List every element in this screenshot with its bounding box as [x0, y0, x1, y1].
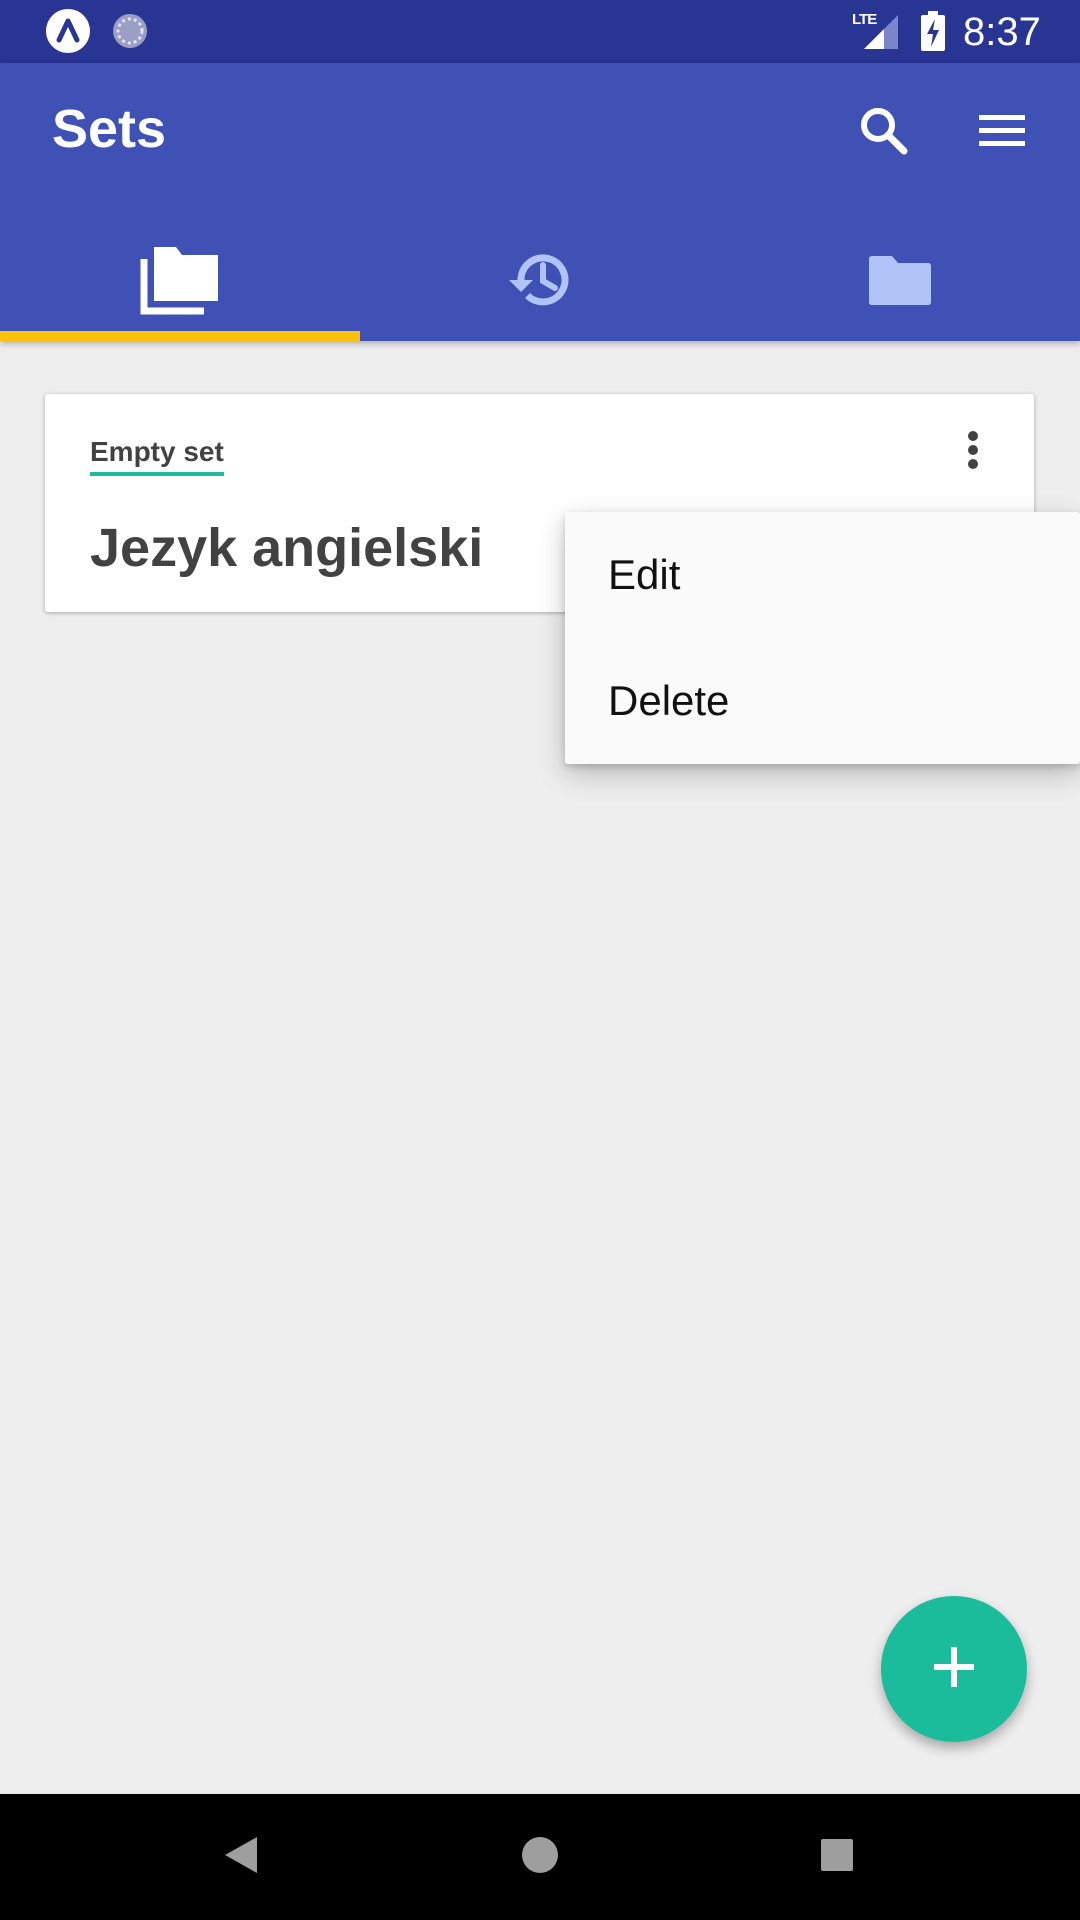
tab-folders[interactable]	[720, 223, 1080, 341]
library-icon	[140, 245, 220, 320]
page-title: Sets	[52, 99, 167, 159]
tab-history[interactable]	[360, 223, 720, 341]
status-time: 8:37	[963, 10, 1041, 54]
context-menu: Edit Delete	[565, 512, 1080, 764]
home-icon	[521, 1836, 559, 1879]
search-button[interactable]	[848, 97, 920, 169]
recents-icon	[820, 1838, 854, 1877]
tab-sets[interactable]	[0, 223, 360, 341]
history-icon	[505, 247, 575, 318]
set-status-label: Empty set	[90, 434, 224, 476]
menu-button[interactable]	[966, 97, 1038, 169]
menu-item-edit[interactable]: Edit	[565, 512, 1080, 638]
sync-icon	[110, 11, 150, 56]
hamburger-menu-icon	[979, 111, 1025, 156]
home-button[interactable]	[497, 1814, 583, 1900]
selected-tab-indicator	[0, 331, 360, 341]
lte-signal-icon: LTE	[852, 11, 900, 51]
system-nav-bar	[0, 1794, 1080, 1920]
menu-item-delete[interactable]: Delete	[565, 638, 1080, 764]
back-button[interactable]	[198, 1814, 284, 1900]
search-icon	[858, 105, 910, 162]
card-more-button[interactable]	[941, 420, 1005, 484]
add-icon	[932, 1645, 976, 1694]
app-bar: Sets	[0, 63, 1080, 341]
app-icon	[46, 9, 90, 53]
battery-charging-icon	[920, 11, 946, 56]
back-icon	[223, 1835, 259, 1880]
more-vert-icon	[966, 430, 980, 475]
status-bar: LTE 8:37	[0, 0, 1080, 63]
recents-button[interactable]	[794, 1814, 880, 1900]
add-set-button[interactable]	[881, 1596, 1027, 1742]
set-title: Jezyk angielski	[90, 518, 484, 578]
folder-icon	[868, 254, 932, 311]
